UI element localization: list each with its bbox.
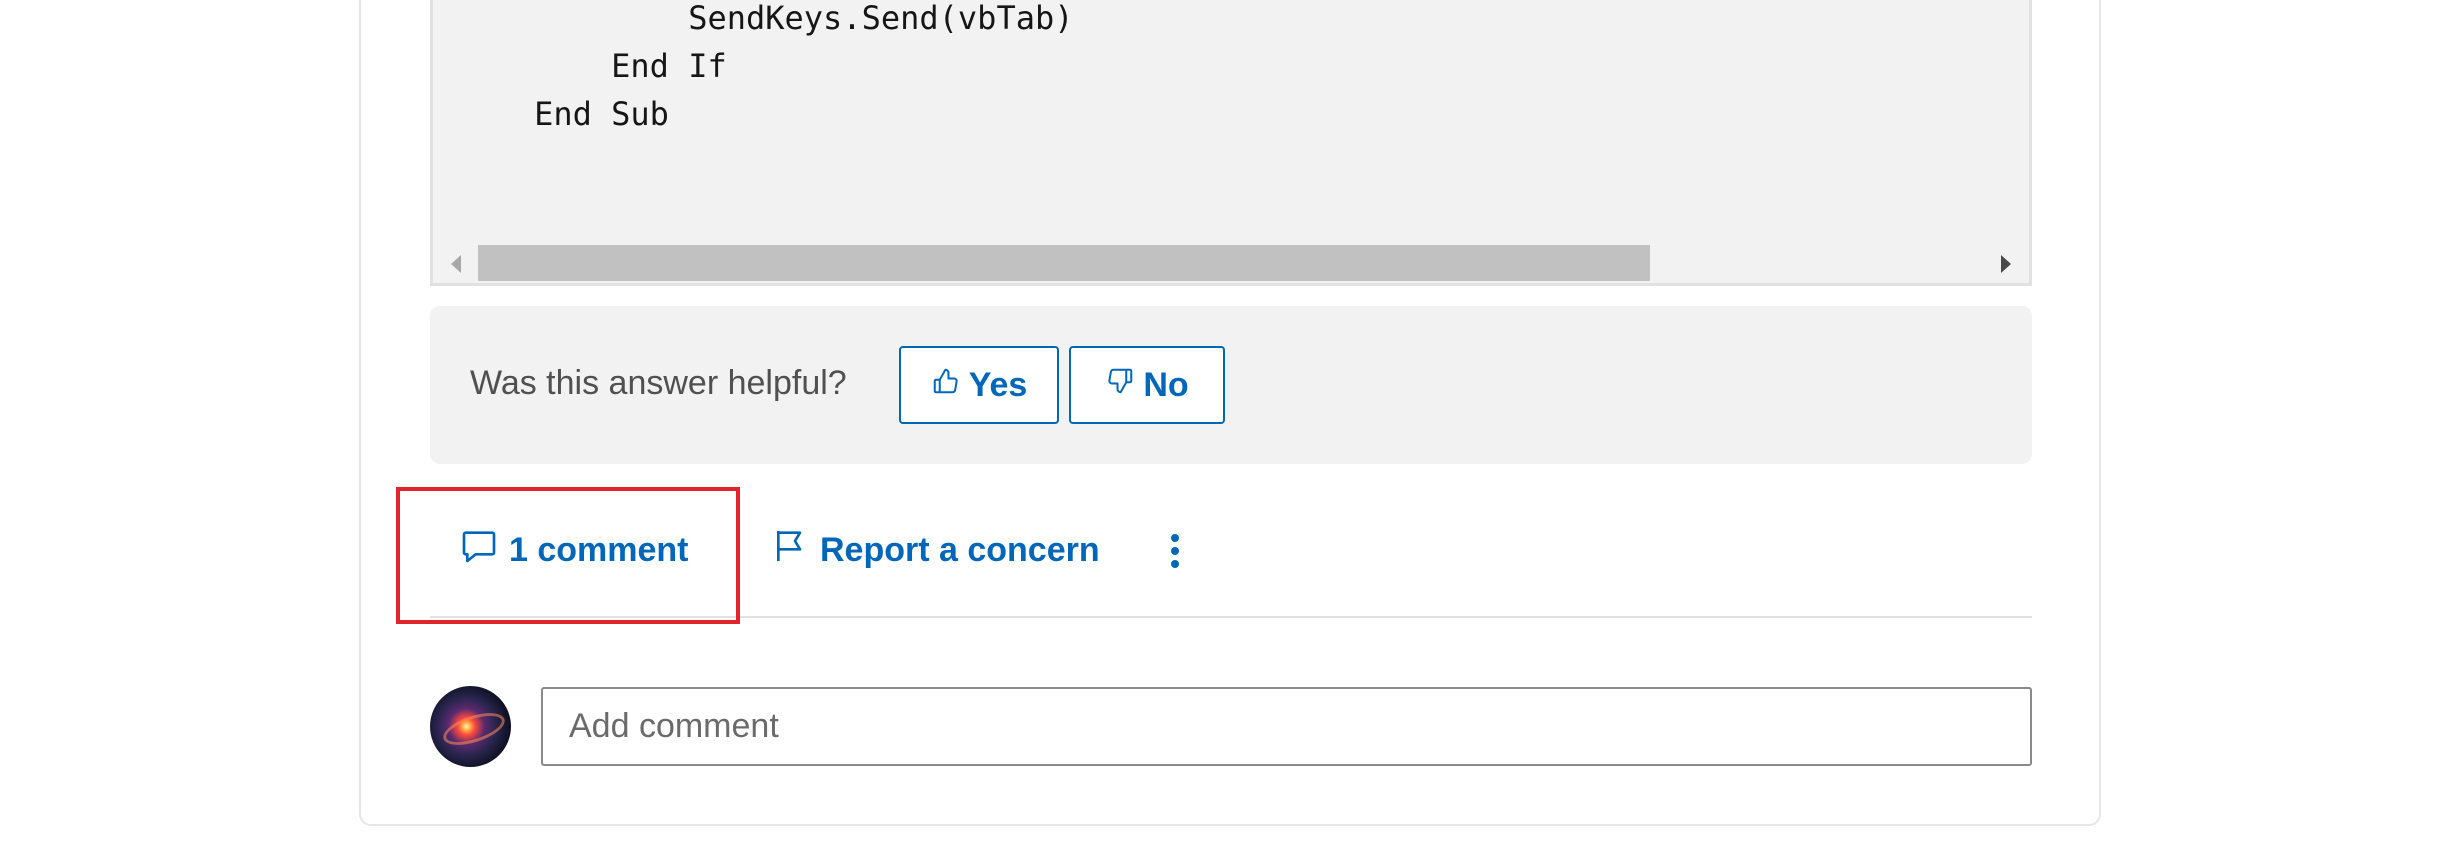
code-line: End If <box>457 47 727 85</box>
no-button[interactable]: No <box>1069 346 1225 424</box>
scroll-right-arrow-icon[interactable] <box>2001 255 2011 273</box>
scroll-left-arrow-icon[interactable] <box>451 255 461 273</box>
scrollbar-thumb[interactable] <box>478 245 1650 281</box>
avatar <box>430 686 511 767</box>
no-label: No <box>1143 365 1189 404</box>
code-line: SendKeys.Send(vbTab) <box>457 0 1074 37</box>
thumbs-up-icon <box>931 366 961 405</box>
report-concern-label: Report a concern <box>820 530 1100 569</box>
add-comment-input[interactable] <box>541 687 2032 766</box>
yes-button[interactable]: Yes <box>899 346 1059 424</box>
highlight-annotation <box>396 487 740 624</box>
thumbs-down-icon <box>1105 366 1135 405</box>
helpful-question: Was this answer helpful? <box>470 364 847 402</box>
more-options-icon[interactable] <box>1160 526 1190 576</box>
code-line: End Sub <box>457 95 669 133</box>
yes-label: Yes <box>968 365 1028 404</box>
flag-icon <box>770 526 810 575</box>
report-concern-button[interactable]: Report a concern <box>770 520 1100 580</box>
horizontal-scrollbar[interactable] <box>433 243 2029 283</box>
code-block: SendKeys.Send(vbTab) End If End Sub <box>430 0 2032 286</box>
helpful-feedback-panel: Was this answer helpful? Yes No <box>430 306 2032 464</box>
